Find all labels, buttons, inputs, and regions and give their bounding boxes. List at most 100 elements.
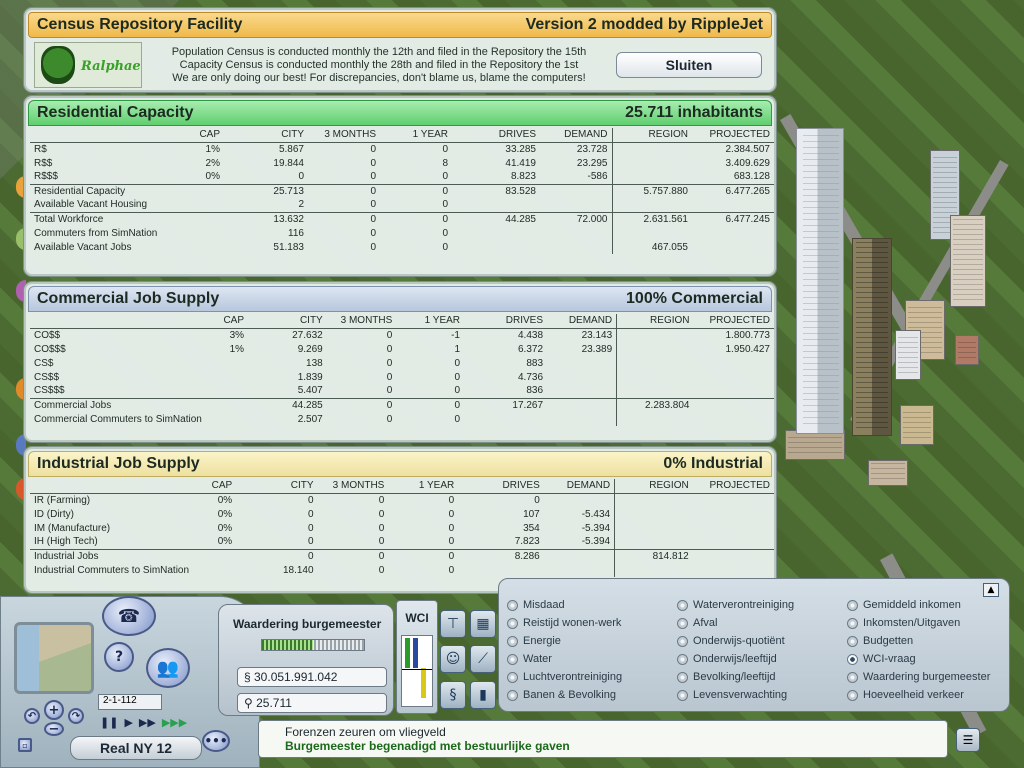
radio-icon[interactable] [677,689,688,701]
cell-drives [452,240,540,254]
overlay-label: Bevolking/leeftijd [693,671,776,683]
radio-icon[interactable] [847,653,858,665]
commercial-table: CAP CITY 3 MONTHS 1 YEAR DRIVES DEMAND REGION P… [30,314,774,426]
advisor-icon[interactable]: ☺ [440,645,466,674]
radio-icon[interactable] [507,635,518,647]
overlay-option[interactable]: Afval [677,615,847,631]
mayor-rating-fill [262,640,313,650]
play-medium-icon[interactable]: ▶▶ [139,716,156,729]
advisors-button[interactable]: 👥 [146,648,190,688]
radio-icon[interactable] [677,599,688,611]
frog-face-icon [41,46,75,84]
zoning-tool-icon[interactable]: ⊤ [440,610,466,638]
wci-demand-box[interactable]: WCI [396,600,438,714]
radio-icon[interactable] [847,599,858,611]
rotate-left-icon[interactable]: ↶ [24,708,40,724]
radio-icon[interactable] [507,671,518,683]
overlay-option[interactable]: Water [507,651,677,667]
column-header: DEMAND [540,128,612,143]
wci-graph [401,635,433,707]
radio-icon[interactable] [677,617,688,629]
overlay-option[interactable]: Misdaad [507,597,677,613]
collapse-icon[interactable]: ▲ [983,583,999,597]
window-titlebar[interactable]: Census Repository Facility Version 2 mod… [28,12,772,38]
overlay-option[interactable]: Onderwijs/leeftijd [677,651,847,667]
row-label: R$$ [34,157,53,169]
overlay-option[interactable]: Budgetten [847,633,1007,649]
cell-region [611,226,692,240]
radio-icon[interactable] [847,617,858,629]
overlay-option[interactable]: Waterverontreiniging [677,597,847,613]
overlay-option[interactable]: Levensverwachting [677,687,847,703]
radio-icon[interactable] [847,689,858,701]
cell-cap [205,397,249,412]
overlay-option[interactable]: Onderwijs-quotiënt [677,633,847,649]
overlay-option[interactable]: Energie [507,633,677,649]
radio-icon[interactable] [677,635,688,647]
cell-city: 2.507 [297,413,323,425]
overlay-option[interactable]: Bevolking/leeftijd [677,669,847,685]
more-options-button[interactable]: ••• [202,730,230,752]
population-display[interactable]: ⚲ 25.711 [237,693,387,713]
row-label: Industrial Commuters to SimNation [34,564,190,576]
bar-chart-icon[interactable]: ▮ [470,680,496,709]
play-slow-icon[interactable]: ▶ [124,716,132,729]
cell-y1: 0 [380,141,452,156]
line-graph-icon[interactable]: ⟋ [470,645,496,674]
mayor-mode-button[interactable]: ☎ [102,596,156,636]
wci-residential-bar [405,638,410,668]
overlay-options: Misdaad Waterverontreiniging Gemiddeld ink… [507,597,1007,703]
cell-city: 5.867 [224,141,308,156]
building [785,430,845,460]
cell-projected [692,240,774,254]
cell-city: 0 [236,492,318,507]
overlay-option[interactable]: Waardering burgemeester [847,669,1007,685]
row-label: IR (Farming) [30,492,194,507]
cell-cap: 0% [205,171,220,183]
overlay-option[interactable]: Inkomsten/Uitgaven [847,615,1007,631]
table-row: IH (High Tech) 0% 0 0 0 7.823 -5.394 [30,535,774,549]
overlay-option[interactable]: Luchtverontreiniging [507,669,677,685]
news-ticker[interactable]: Forenzen zeuren om vliegveld Burgemeeste… [258,720,948,758]
cell-city: 5.407 [297,385,323,397]
news-log-icon[interactable]: ☰ [956,728,980,752]
cell-projected [693,563,774,577]
play-fast-icon[interactable]: ▶▶▶ [162,716,187,729]
rotate-right-icon[interactable]: ↷ [68,708,84,724]
radio-icon[interactable] [507,599,518,611]
overlay-option[interactable]: Reistijd wonen-werk [507,615,677,631]
date-display: 2-1-112 [98,694,162,710]
radio-icon[interactable] [847,671,858,683]
map-grid-icon[interactable]: ▦ [470,610,496,638]
radio-icon[interactable] [507,689,518,701]
radio-icon[interactable] [507,617,518,629]
overlay-option[interactable]: Hoeveelheid verkeer [847,687,1007,703]
zoom-in-button[interactable]: + [44,700,64,720]
table-row: CO$$$ 1% 9.269 0 1 6.372 23.389 1.950.427 [30,342,774,356]
cell-demand [540,183,612,198]
pause-icon[interactable]: ❚❚ [100,716,118,729]
radio-icon[interactable] [847,635,858,647]
close-button[interactable]: Sluiten [616,52,762,78]
overlay-label: Onderwijs-quotiënt [693,635,785,647]
funds-display[interactable]: § 30.051.991.042 [237,667,387,687]
help-button[interactable]: ? [104,642,134,672]
cell-region: 814.812 [614,548,693,563]
radio-icon[interactable] [677,653,688,665]
overlay-option[interactable]: Gemiddeld inkomen [847,597,1007,613]
mayor-rating-box: Waardering burgemeester § 30.051.991.042… [218,604,394,716]
budget-icon[interactable]: § [440,680,466,709]
skyscraper-white [796,128,844,434]
cell-city: 9.269 [297,343,323,355]
zoom-out-button[interactable]: − [44,722,64,737]
city-name-label[interactable]: Real NY 12 [70,736,202,760]
layout-button[interactable]: ▫ [18,738,32,752]
radio-icon[interactable] [507,653,518,665]
minimap[interactable] [14,622,94,694]
radio-icon[interactable] [677,671,688,683]
overlay-option[interactable]: Banen & Bevolking [507,687,677,703]
cell-y1: 0 [388,492,459,507]
cell-y1: 1 [454,343,460,355]
overlay-option[interactable]: WCI-vraag [847,651,1007,667]
cell-region [611,156,692,170]
